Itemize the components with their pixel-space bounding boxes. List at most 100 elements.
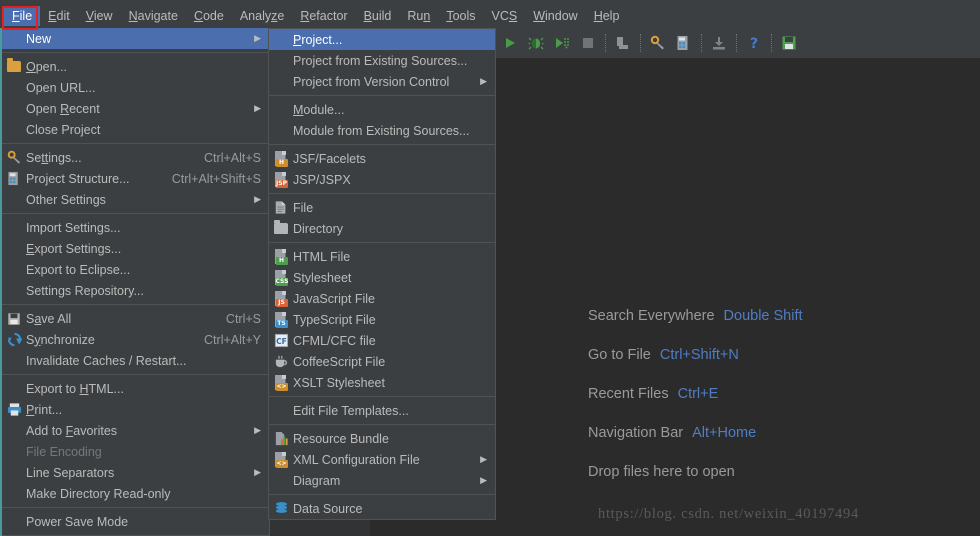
menu-item-xslt-stylesheet[interactable]: <> XSLT Stylesheet [269,372,495,393]
run-with-coverage-icon[interactable] [549,30,575,56]
menubar-item-view[interactable]: View [78,6,121,26]
update-project-icon[interactable] [706,30,732,56]
menu-item-diagram[interactable]: Diagram ▶ [269,470,495,491]
menu-item-coffeescript-file[interactable]: CoffeeScript File [269,351,495,372]
save-all-icon[interactable] [776,30,802,56]
menu-item-xml-configuration-file[interactable]: <> XML Configuration File ▶ [269,449,495,470]
menu-separator [269,396,495,397]
menubar-item-code[interactable]: Code [186,6,232,26]
menu-item-data-source[interactable]: Data Source [269,498,495,519]
menu-item-directory[interactable]: Directory [269,218,495,239]
document-icon: JSP [274,172,288,188]
menu-item-export-to-eclipse[interactable]: Export to Eclipse... [2,259,269,280]
project-structure-icon[interactable] [671,30,697,56]
menu-item-label: New [26,31,52,46]
menu-item-project[interactable]: Project... [269,29,495,50]
open-project-icon[interactable] [610,30,636,56]
menu-item-shortcut: Ctrl+Alt+S [204,150,261,165]
menu-item-open-url[interactable]: Open URL... [2,77,269,98]
hint-shortcut: Double Shift [723,307,803,324]
document-fold [281,452,286,456]
document-fold [281,312,286,316]
stop-icon[interactable] [575,30,601,56]
menubar-item-tools[interactable]: Tools [438,6,483,26]
menubar-item-help[interactable]: Help [586,6,628,26]
document-icon: H [274,151,288,167]
menubar-item-refactor[interactable]: Refactor [292,6,355,26]
menubar-item-vcs[interactable]: VCS [484,6,526,26]
menu-item-label: TypeScript File [293,312,376,327]
hint-label: Search Everywhere [588,307,715,324]
menu-item-label: Settings Repository... [26,283,144,298]
menubar-item-edit[interactable]: Edit [40,6,78,26]
menu-item-label: Add to Favorites [26,423,118,438]
menu-item-resource-bundle[interactable]: Resource Bundle [269,428,495,449]
menubar-item-file[interactable]: File [4,6,41,26]
menu-item-label: Diagram [293,473,341,488]
menu-item-synchronize[interactable]: Synchronize Ctrl+Alt+Y [2,329,269,350]
menu-item-project-from-existing-sources[interactable]: Project from Existing Sources... [269,50,495,71]
hint-row: Recent Files Ctrl+E [588,374,980,413]
menu-item-label: Project from Version Control [293,74,450,89]
menu-item-module-from-existing-sources[interactable]: Module from Existing Sources... [269,120,495,141]
menu-item-label: CFML/CFC file [293,333,376,348]
hint-label: Go to File [588,346,651,363]
menu-item-other-settings[interactable]: Other Settings ▶ [2,189,269,210]
run-icon[interactable] [497,30,523,56]
menu-separator [2,143,269,144]
debug-icon[interactable] [523,30,549,56]
chevron-right-icon: ▶ [254,33,261,43]
menu-item-jsf-facelets[interactable]: H JSF/Facelets [269,148,495,169]
menu-item-label: Project... [293,32,343,47]
menu-item-export-settings[interactable]: Export Settings... [2,238,269,259]
menu-item-label: File [293,200,314,215]
menu-item-shortcut: Ctrl+Alt+Shift+S [171,171,261,186]
settings-icon[interactable] [645,30,671,56]
menu-item-project-from-version-control[interactable]: Project from Version Control ▶ [269,71,495,92]
menu-item-project-structure[interactable]: Project Structure... Ctrl+Alt+Shift+S [2,168,269,189]
menu-item-make-directory-read-only[interactable]: Make Directory Read-only [2,483,269,504]
menu-item-add-to-favorites[interactable]: Add to Favorites ▶ [2,420,269,441]
menu-item-typescript-file[interactable]: TS TypeScript File [269,309,495,330]
menu-item-html-file[interactable]: H HTML File [269,246,495,267]
menubar-item-run[interactable]: Run [399,6,438,26]
menu-item-module[interactable]: Module... [269,99,495,120]
menu-item-jsp-jspx[interactable]: JSP JSP/JSPX [269,169,495,190]
hint-row: Go to File Ctrl+Shift+N [588,335,980,374]
menu-item-import-settings[interactable]: Import Settings... [2,217,269,238]
chevron-right-icon: ▶ [254,194,261,204]
menu-item-line-separators[interactable]: Line Separators ▶ [2,462,269,483]
menu-item-stylesheet[interactable]: CSS Stylesheet [269,267,495,288]
menu-item-file-encoding[interactable]: File Encoding [2,441,269,462]
menubar-item-navigate[interactable]: Navigate [121,6,186,26]
menu-item-label: Import Settings... [26,220,121,235]
menu-item-power-save-mode[interactable]: Power Save Mode [2,511,269,532]
help-icon[interactable]: ? [741,30,767,56]
menu-item-label: XML Configuration File [293,452,420,467]
menu-item-new[interactable]: New ▶ [2,28,269,49]
menu-item-settings[interactable]: Settings... Ctrl+Alt+S [2,147,269,168]
menubar-item-analyze[interactable]: Analyze [232,6,292,26]
document-fold [281,291,286,295]
menu-item-open-recent[interactable]: Open Recent ▶ [2,98,269,119]
menubar-item-window[interactable]: Window [525,6,585,26]
menu-item-open[interactable]: Open... [2,56,269,77]
menu-item-label: Export Settings... [26,241,122,256]
xslt-file-icon: <> [273,375,289,391]
menu-item-close-project[interactable]: Close Project [2,119,269,140]
chevron-right-icon: ▶ [480,475,487,485]
menu-item-edit-file-templates[interactable]: Edit File Templates... [269,400,495,421]
menu-item-settings-repository[interactable]: Settings Repository... [2,280,269,301]
menu-item-file[interactable]: File [269,197,495,218]
menu-item-label: Save All [26,311,72,326]
menu-item-print[interactable]: Print... [2,399,269,420]
menu-item-label: Project Structure... [26,171,130,186]
menu-item-cfml-cfc-file[interactable]: CF CFML/CFC file [269,330,495,351]
menubar-item-build[interactable]: Build [356,6,400,26]
menu-item-javascript-file[interactable]: JS JavaScript File [269,288,495,309]
menu-item-save-all[interactable]: Save All Ctrl+S [2,308,269,329]
new-submenu-panel: Project... Project from Existing Sources.… [268,28,496,520]
menu-item-shortcut: Ctrl+Alt+Y [204,332,261,347]
menu-item-invalidate-caches-restart[interactable]: Invalidate Caches / Restart... [2,350,269,371]
menu-item-export-to-html[interactable]: Export to HTML... [2,378,269,399]
